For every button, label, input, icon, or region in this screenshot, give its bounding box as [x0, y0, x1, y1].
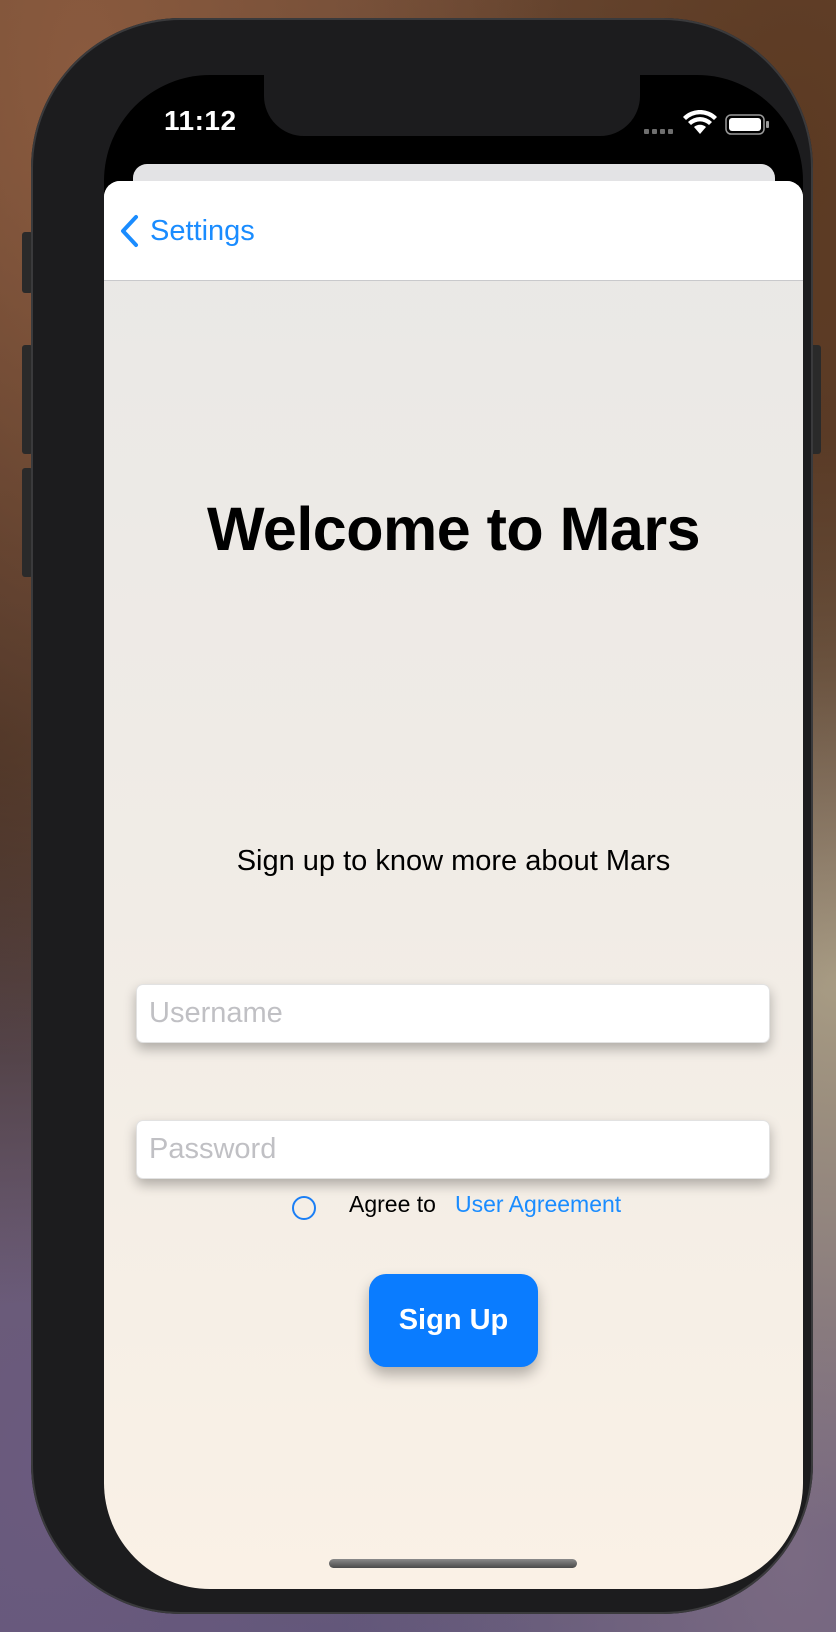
wifi-icon: [683, 109, 717, 134]
password-field: [136, 1120, 770, 1179]
status-time: 11:12: [164, 105, 237, 136]
username-input[interactable]: [137, 985, 769, 1042]
back-button-label: Settings: [150, 214, 255, 247]
agree-radio-icon[interactable]: [292, 1196, 316, 1220]
phone-frame: 11:12 Settings Welcome to Mars Sign up t…: [31, 18, 813, 1614]
back-button[interactable]: Settings: [118, 209, 255, 253]
agreement-row: Agree to User Agreement: [104, 1189, 803, 1229]
username-field: [136, 984, 770, 1043]
chevron-left-icon: [121, 215, 138, 247]
notch: [264, 75, 640, 136]
page-title: Welcome to Mars: [206, 495, 701, 563]
status-icons: [644, 109, 774, 140]
cellular-signal-icon: [644, 129, 673, 134]
phone-screen: 11:12 Settings Welcome to Mars Sign up t…: [104, 75, 803, 1589]
page-subtitle: Sign up to know more about Mars: [236, 845, 671, 877]
home-indicator[interactable]: [329, 1559, 577, 1568]
battery-icon: [725, 114, 769, 135]
sign-up-button[interactable]: Sign Up: [369, 1274, 538, 1367]
user-agreement-link[interactable]: User Agreement: [455, 1191, 621, 1218]
agree-label: Agree to: [349, 1191, 436, 1217]
signup-sheet: Settings Welcome to Mars Sign up to know…: [104, 181, 803, 1589]
password-input[interactable]: [137, 1121, 769, 1178]
navigation-bar: Settings: [104, 181, 803, 281]
